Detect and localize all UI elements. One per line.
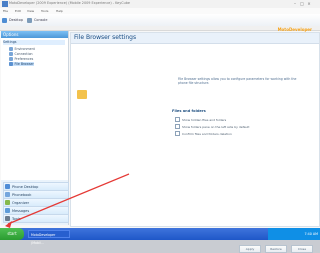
settings-content: File Browser settings File Browser setti… <box>70 32 320 253</box>
menu-tools[interactable]: Tools <box>41 9 48 13</box>
dialog-buttons: Apply Restore Close <box>239 245 313 253</box>
app-label: Messages <box>12 208 30 213</box>
window-title: MotoDeveloper (2009 Experience) (Mobile … <box>9 1 130 5</box>
page-title: File Browser settings <box>74 34 137 41</box>
folder-icon <box>77 90 87 99</box>
option-confirm-delete[interactable]: Confirm files and folders deletion <box>175 131 232 136</box>
sidebar-item-preferences[interactable]: Preferences <box>9 57 33 61</box>
section-title: Files and folders <box>172 109 206 113</box>
calendar-icon <box>5 200 10 205</box>
taskbar: start MotoDeveloper (Mobil... 7:40 AM <box>0 228 320 245</box>
option-label: Show folders pane on the left side by de… <box>182 124 250 129</box>
menu-edit[interactable]: Edit <box>15 9 21 13</box>
mail-icon <box>5 208 10 213</box>
sidebar-item-file-browser[interactable]: File Browser <box>9 62 34 66</box>
close-dialog-button[interactable]: Close <box>291 245 313 253</box>
menu-view[interactable]: View <box>27 9 34 13</box>
sidebar-item-label: Environment <box>14 47 35 51</box>
phone-icon <box>5 184 10 189</box>
maximize-button[interactable]: □ <box>299 1 305 6</box>
desktop-button[interactable]: Desktop <box>2 16 23 24</box>
sidebar-item-connection[interactable]: Connection <box>9 52 33 56</box>
option-show-hidden[interactable]: Show hidden files and folders <box>175 117 226 122</box>
app-icon <box>2 1 8 7</box>
app-label: Organizer <box>12 200 30 205</box>
app-shortcuts: Phone Desktop Phonebook Organizer Messag… <box>1 180 69 225</box>
clock: 7:40 AM <box>268 228 320 240</box>
sidebar-app-tools[interactable]: Tools <box>3 214 69 223</box>
minimize-button[interactable]: – <box>292 1 298 6</box>
app-label: Phone Desktop <box>12 184 39 189</box>
checkbox-icon[interactable] <box>175 117 180 122</box>
terminal-icon <box>27 17 32 23</box>
sidebar-panel: Options Settings Environment Connection … <box>1 31 69 225</box>
taskbar-task[interactable]: MotoDeveloper (Mobil... <box>28 230 70 245</box>
home-icon <box>2 17 7 23</box>
app-label: Tools <box>12 216 21 221</box>
console-button[interactable]: Console <box>27 16 47 24</box>
sidebar-item-environment[interactable]: Environment <box>9 47 35 51</box>
checkbox-icon[interactable] <box>175 124 180 129</box>
desktop-button-label: Desktop <box>9 18 23 22</box>
menu-file[interactable]: File <box>3 9 8 13</box>
option-label: Show hidden files and folders <box>182 117 227 122</box>
option-label: Confirm files and folders deletion <box>182 131 232 136</box>
sliders-icon <box>9 57 13 61</box>
tools-icon <box>5 216 10 221</box>
settings-root[interactable]: Settings <box>3 40 65 45</box>
restore-button[interactable]: Restore <box>265 245 287 253</box>
app-label: Phonebook <box>12 192 32 197</box>
sidebar-header: Options <box>1 31 68 38</box>
apply-button[interactable]: Apply <box>239 245 261 253</box>
gear-icon <box>9 47 13 51</box>
sidebar-item-label: File Browser <box>14 62 34 66</box>
console-button-label: Console <box>34 18 48 22</box>
folder-icon <box>9 62 13 66</box>
option-folders-pane[interactable]: Show folders pane on the left side by de… <box>175 124 249 129</box>
menu-help[interactable]: Help <box>56 9 63 13</box>
start-button[interactable]: start <box>0 228 24 240</box>
sidebar-item-label: Preferences <box>14 57 34 61</box>
network-icon <box>9 52 13 56</box>
contacts-icon <box>5 192 10 197</box>
settings-description: File Browser settings allow you to confi… <box>178 77 297 85</box>
close-button[interactable]: × <box>306 1 312 6</box>
checkbox-icon[interactable] <box>175 131 180 136</box>
content-header: File Browser settings <box>71 33 319 44</box>
sidebar-item-label: Connection <box>14 52 33 56</box>
